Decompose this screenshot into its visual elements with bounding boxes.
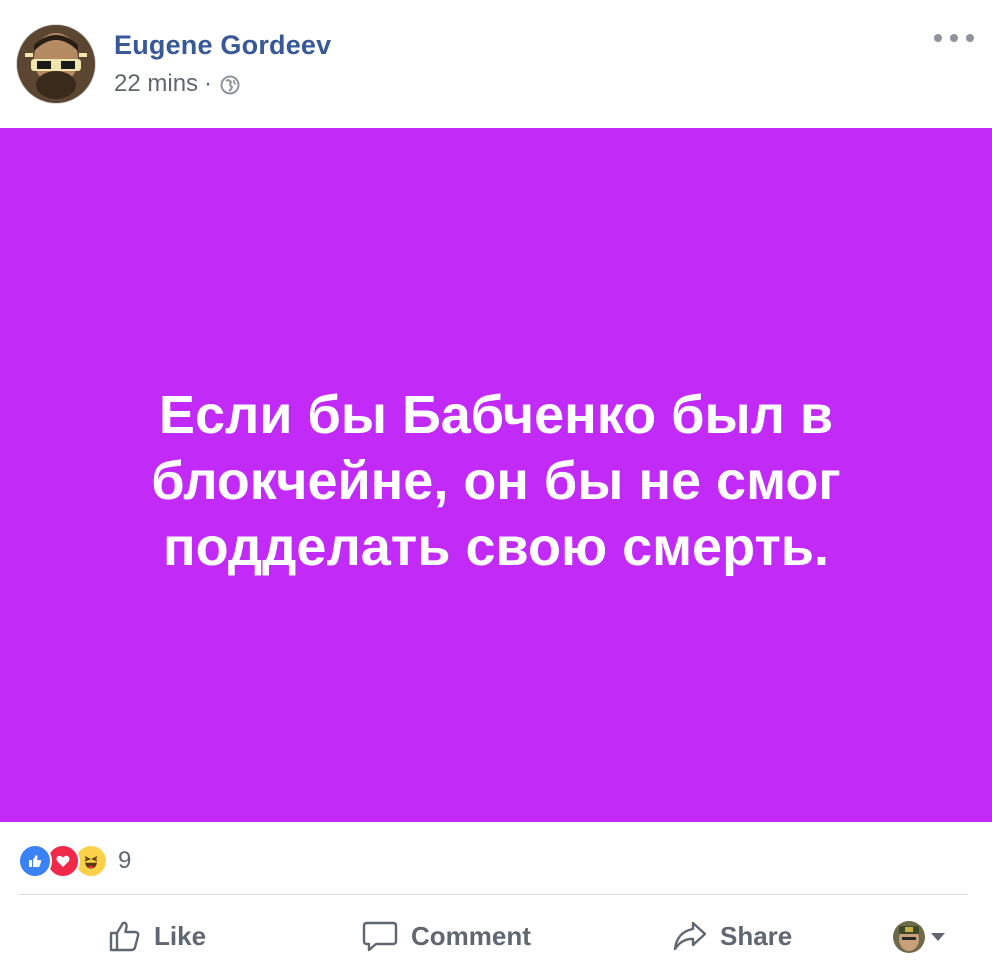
author-name[interactable]: Eugene Gordeev [114, 30, 331, 61]
share-button[interactable]: Share [672, 905, 792, 967]
post-time[interactable]: 22 mins [114, 70, 198, 98]
divider [18, 894, 968, 895]
share-label: Share [720, 920, 793, 951]
like-label: Like [154, 920, 207, 951]
post-header: Eugene Gordeev 22 mins · [0, 0, 992, 130]
author-avatar[interactable] [16, 24, 96, 104]
dot-icon [934, 34, 942, 42]
reactions-summary[interactable]: 9 [18, 844, 131, 878]
globe-icon[interactable] [220, 74, 240, 95]
dot-icon [966, 34, 974, 42]
caret-down-icon [931, 933, 945, 941]
thumbs-up-icon [109, 921, 140, 952]
more-options-button[interactable] [934, 28, 974, 48]
comment-label: Comment [411, 920, 531, 951]
status-card: Если бы Бабченко был в блокчейне, он бы … [0, 128, 992, 822]
status-text: Если бы Бабченко был в блокчейне, он бы … [151, 385, 841, 577]
like-icon [18, 844, 52, 878]
meta-separator: · [204, 70, 213, 97]
user-avatar [893, 921, 925, 953]
share-icon [673, 921, 707, 951]
comment-button[interactable]: Comment [361, 905, 531, 967]
dot-icon [950, 34, 958, 42]
comment-icon [362, 921, 398, 952]
post-meta: 22 mins · [114, 70, 240, 98]
reaction-profile-selector[interactable] [893, 921, 945, 953]
like-button[interactable]: Like [108, 905, 206, 967]
reaction-count[interactable]: 9 [118, 847, 131, 875]
action-bar: Like Comment Share [0, 905, 992, 967]
avatar-image [17, 25, 95, 103]
